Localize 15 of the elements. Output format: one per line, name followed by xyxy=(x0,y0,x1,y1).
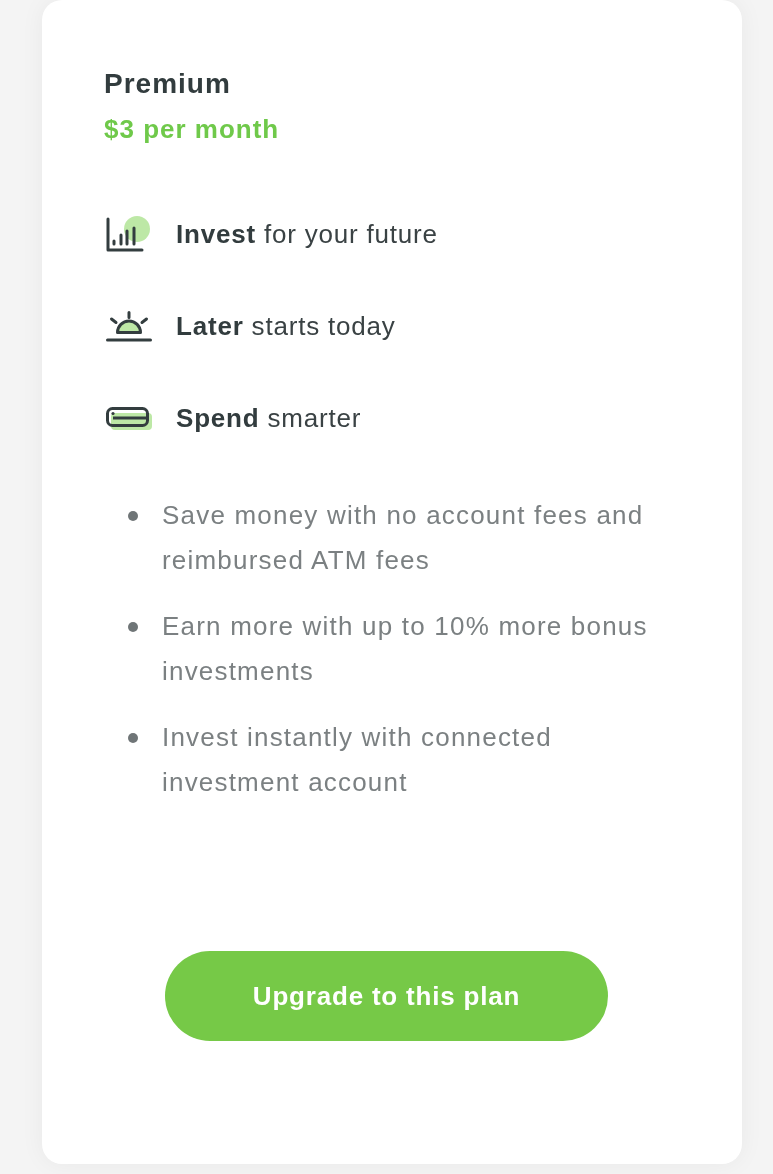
bullet-icon xyxy=(128,622,138,632)
plan-price: $3 per month xyxy=(104,113,280,145)
feature-text: Spend smarter xyxy=(176,402,362,434)
plan-name: Premium xyxy=(104,67,231,101)
benefit-text: Save money with no account fees and reimbursed ATM fees xyxy=(162,499,645,577)
credit-card-icon xyxy=(106,406,152,430)
sunrise-icon xyxy=(106,310,152,342)
benefit-text: Earn more with up to 10% more bonus investments xyxy=(162,610,649,688)
benefit-text: Invest instantly with connected investment account xyxy=(162,721,553,799)
feature-text: Invest for your future xyxy=(176,218,438,250)
bullet-icon xyxy=(128,511,138,521)
bar-chart-icon xyxy=(106,216,151,252)
bullet-icon xyxy=(128,733,138,743)
upgrade-button[interactable]: Upgrade to this plan xyxy=(165,951,608,1041)
feature-text: Later starts today xyxy=(176,310,396,342)
